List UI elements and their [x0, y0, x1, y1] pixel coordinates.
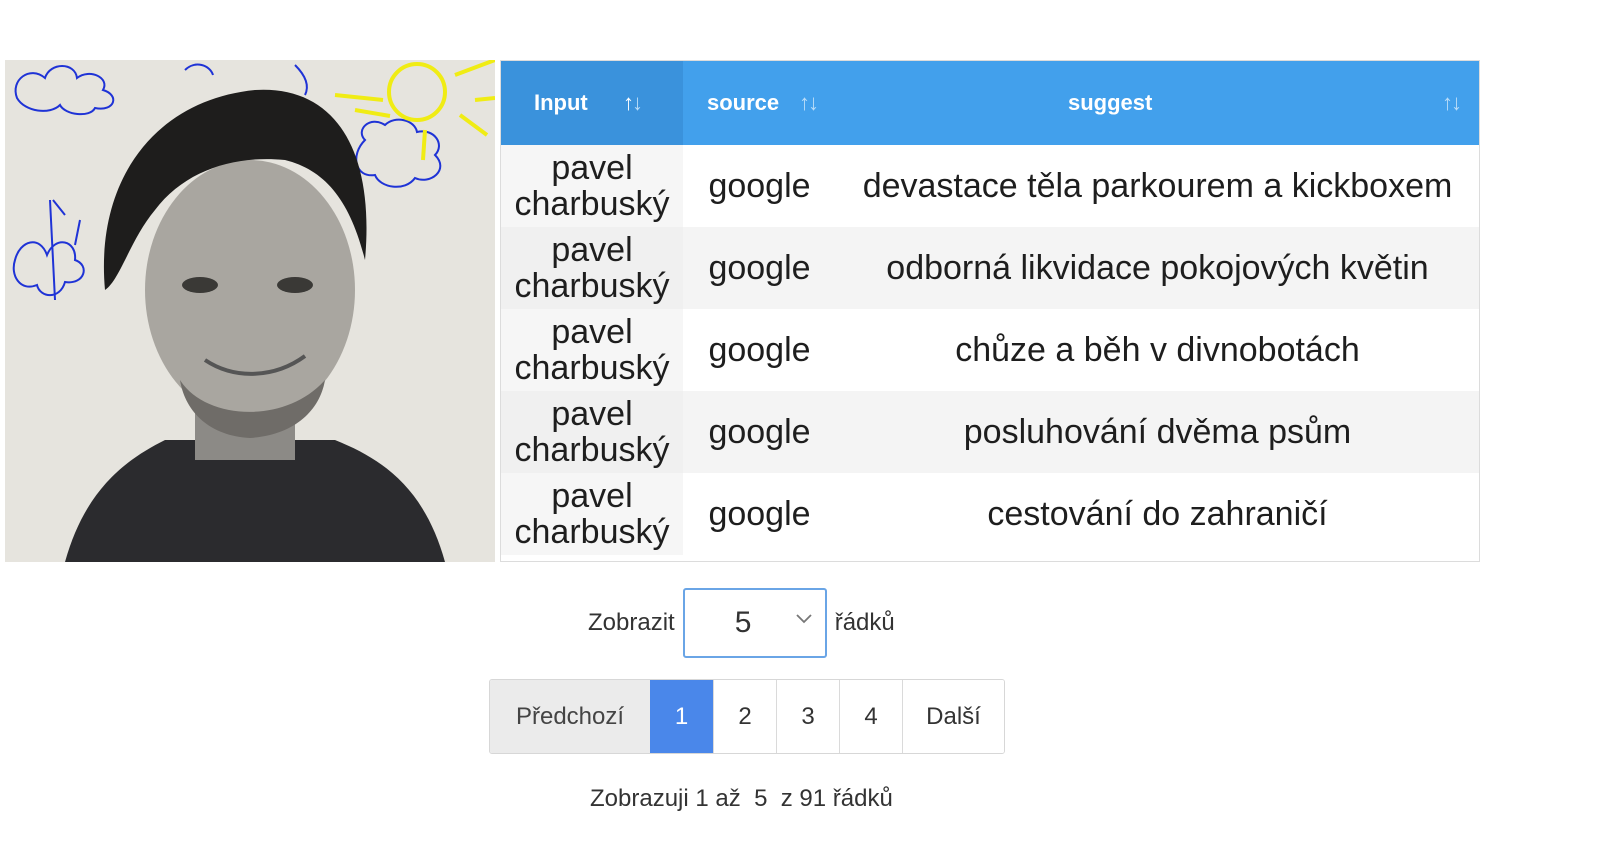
- cell-suggest: devastace těla parkourem a kickboxem: [836, 145, 1479, 227]
- pagination-info: Zobrazuji 1 až 5 z 91 řádků: [590, 785, 893, 812]
- table-row: pavel charbuský google posluhování dvěma…: [501, 391, 1479, 473]
- column-header-label: source: [707, 90, 780, 115]
- cell-input: pavel charbuský: [501, 473, 683, 555]
- table-row: pavel charbuský google devastace těla pa…: [501, 145, 1479, 227]
- rows-per-page-select[interactable]: 5: [682, 588, 827, 658]
- page-button-3[interactable]: 3: [776, 680, 839, 753]
- pagination: Předchozí 1 2 3 4 Další: [489, 679, 1005, 754]
- sort-icon[interactable]: ↑↓: [623, 90, 643, 116]
- suggest-table: Input ↑↓ source ↑↓ suggest ↑↓ pavel char…: [500, 60, 1480, 562]
- table-header-row: Input ↑↓ source ↑↓ suggest ↑↓: [501, 61, 1479, 145]
- sort-icon[interactable]: ↑↓: [1442, 90, 1462, 116]
- cell-input: pavel charbuský: [501, 227, 683, 309]
- prev-page-button[interactable]: Předchozí: [490, 680, 650, 753]
- rows-prefix-label: Zobrazit: [588, 609, 675, 636]
- table-row: pavel charbuský google cestování do zahr…: [501, 473, 1479, 555]
- portrait-illustration: [5, 60, 495, 562]
- cell-input: pavel charbuský: [501, 145, 683, 227]
- page-button-4[interactable]: 4: [839, 680, 902, 753]
- column-header-label: suggest: [1068, 90, 1153, 115]
- column-header-source[interactable]: source ↑↓: [683, 61, 836, 145]
- cell-source: google: [683, 473, 836, 555]
- rows-suffix-label: řádků: [834, 609, 895, 636]
- table-row: pavel charbuský google odborná likvidace…: [501, 227, 1479, 309]
- chevron-down-icon: [796, 614, 812, 624]
- cell-suggest: odborná likvidace pokojových květin: [836, 227, 1479, 309]
- rows-per-page-control: Zobrazit 5 řádků: [588, 587, 895, 659]
- sort-icon[interactable]: ↑↓: [799, 90, 819, 116]
- cell-source: google: [683, 391, 836, 473]
- page-button-2[interactable]: 2: [713, 680, 776, 753]
- cell-suggest: cestování do zahraničí: [836, 473, 1479, 555]
- column-header-label: Input: [534, 90, 588, 115]
- cell-input: pavel charbuský: [501, 309, 683, 391]
- cell-source: google: [683, 145, 836, 227]
- profile-photo: [5, 60, 495, 562]
- rows-per-page-value: 5: [734, 606, 752, 639]
- page-button-1[interactable]: 1: [650, 680, 713, 753]
- column-header-suggest[interactable]: suggest ↑↓: [836, 61, 1479, 145]
- cell-input: pavel charbuský: [501, 391, 683, 473]
- cell-suggest: posluhování dvěma psům: [836, 391, 1479, 473]
- table-row: pavel charbuský google chůze a běh v div…: [501, 309, 1479, 391]
- cell-source: google: [683, 227, 836, 309]
- column-header-input[interactable]: Input ↑↓: [501, 61, 683, 145]
- next-page-button[interactable]: Další: [902, 680, 1004, 753]
- cell-source: google: [683, 309, 836, 391]
- cell-suggest: chůze a běh v divnobotách: [836, 309, 1479, 391]
